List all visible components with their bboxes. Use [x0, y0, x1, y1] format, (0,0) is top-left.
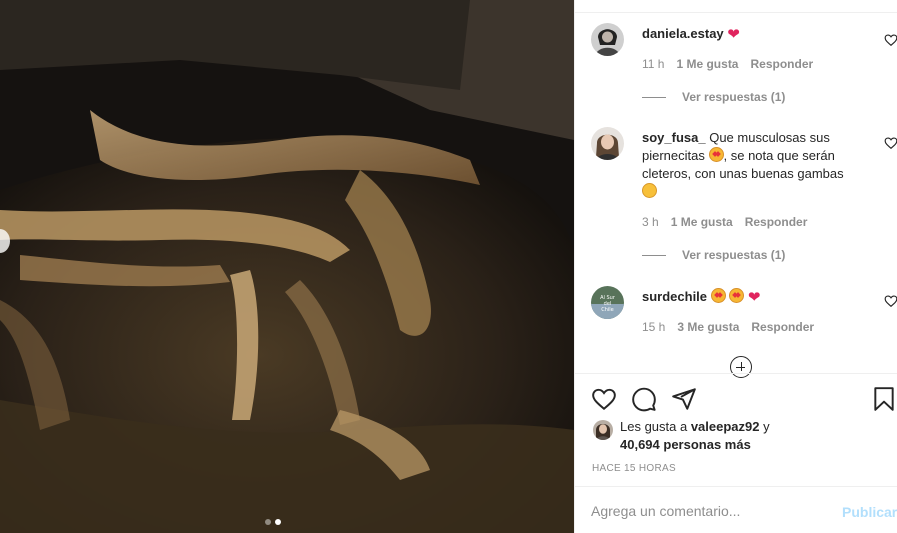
comment-likes[interactable]: 1 Me gusta [671, 215, 733, 229]
post-actions [575, 373, 897, 419]
reply-button[interactable]: Responder [751, 320, 814, 334]
comment-time[interactable]: 15 h [642, 320, 665, 334]
likes-prefix: Les gusta a [620, 419, 691, 434]
reply-button[interactable]: Responder [745, 215, 808, 229]
comments-panel: daniela.estay ❤ 11 h 1 Me gusta Responde… [574, 0, 897, 533]
star-struck-emoji [710, 288, 726, 303]
hugging-face-emoji [642, 183, 657, 198]
avatar[interactable]: Al Sur del Chile [591, 286, 624, 319]
red-heart-emoji: ❤ [727, 26, 740, 43]
media-dot [265, 519, 271, 525]
comment-likes[interactable]: 1 Me gusta [676, 57, 738, 71]
comment-meta: 11 h 1 Me gusta Responder [642, 57, 825, 71]
comment-input[interactable] [591, 501, 821, 521]
post-image [0, 0, 574, 533]
publish-button[interactable]: Publicar [842, 504, 897, 520]
divider [642, 254, 666, 256]
avatar[interactable] [591, 23, 624, 56]
ultrasound-image [0, 0, 574, 533]
likes-text: Les gusta a valeepaz92 y 40,694 personas… [620, 418, 810, 454]
reply-button[interactable]: Responder [750, 57, 813, 71]
comment-bubble-icon[interactable] [631, 386, 657, 412]
comment-likes[interactable]: 3 Me gusta [677, 320, 739, 334]
view-replies-label: Ver respuestas (1) [682, 90, 786, 104]
like-comment-heart-icon[interactable] [884, 136, 897, 150]
view-replies-button[interactable]: Ver respuestas (1) [642, 248, 785, 262]
comment-time[interactable]: 3 h [642, 215, 659, 229]
red-heart-emoji: ❤ [747, 289, 761, 306]
avatar[interactable] [593, 420, 613, 440]
liker-username[interactable]: valeepaz92 [691, 419, 760, 434]
svg-text:Chile: Chile [601, 307, 614, 313]
star-struck-emoji [729, 288, 745, 303]
divider [575, 12, 897, 13]
divider [642, 96, 666, 98]
comment-username[interactable]: surdechile [642, 289, 707, 304]
view-replies-label: Ver respuestas (1) [682, 248, 786, 262]
media-dot-active [275, 519, 281, 525]
bookmark-icon[interactable] [871, 386, 897, 412]
paper-plane-icon[interactable] [671, 386, 697, 412]
star-struck-emoji [708, 147, 724, 162]
like-comment-heart-icon[interactable] [884, 33, 897, 47]
add-comment-bar: Publicar [575, 486, 897, 533]
comment-time[interactable]: 11 h [642, 57, 664, 71]
view-replies-button[interactable]: Ver respuestas (1) [642, 90, 785, 104]
like-comment-heart-icon[interactable] [884, 294, 897, 308]
heart-outline-icon[interactable] [591, 386, 617, 412]
post-timestamp[interactable]: HACE 15 HORAS [592, 463, 676, 474]
comment-meta: 3 h 1 Me gusta Responder [642, 215, 819, 229]
likes-middle: y [759, 419, 770, 434]
avatar[interactable] [591, 127, 624, 160]
media-pagination-dots [265, 519, 281, 525]
comment-meta: 15 h 3 Me gusta Responder [642, 320, 826, 334]
likes-count[interactable]: 40,694 personas más [620, 437, 751, 452]
comment-username[interactable]: daniela.estay [642, 26, 724, 41]
comment-username[interactable]: soy_fusa_ [642, 130, 706, 145]
